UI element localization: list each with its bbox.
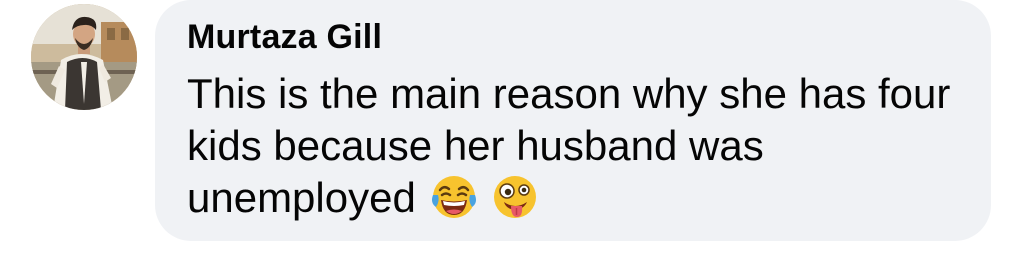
profile-photo <box>31 4 137 110</box>
comment-text: This is the main reason why she has four… <box>187 68 977 224</box>
face-with-tears-of-joy-icon <box>430 173 478 221</box>
comment-bubble: Murtaza Gill This is the main reason why… <box>155 0 991 241</box>
comment-line: This is the main reason why she has four <box>187 70 951 117</box>
comment-line: unemployed <box>187 174 416 221</box>
zany-face-icon <box>491 173 539 221</box>
comment-line: kids because her husband was <box>187 122 764 169</box>
comment-author[interactable]: Murtaza Gill <box>187 18 382 57</box>
avatar[interactable] <box>31 4 137 110</box>
comment-line-with-emoji: unemployed <box>187 172 977 224</box>
